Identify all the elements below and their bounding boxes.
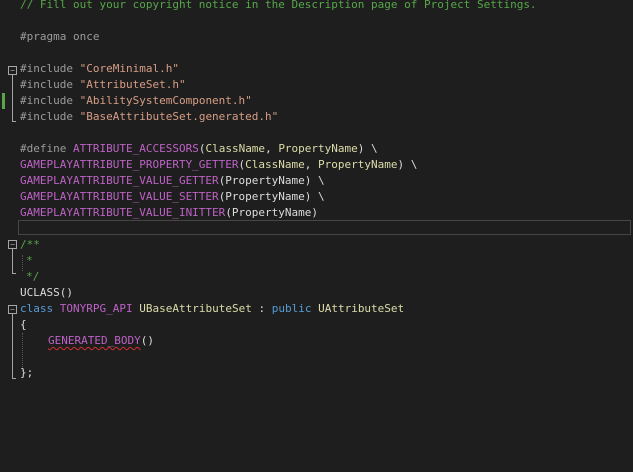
code-line-brace-open: { (20, 318, 27, 331)
code-line-doc-open: /** (20, 238, 40, 251)
punct: , (304, 158, 319, 171)
fold-guide-doc-comment (12, 249, 13, 273)
include-directive: #include (20, 110, 73, 123)
include-directive: #include (20, 62, 73, 75)
fold-guide-includes (12, 75, 13, 121)
class-keyword: class (20, 302, 54, 315)
define-directive: #define (20, 142, 67, 155)
fold-end-doc-comment (12, 273, 16, 274)
macro-call: GAMEPLAYATTRIBUTE_VALUE_GETTER (20, 174, 219, 187)
code-line-copyright-comment: // Fill out your copyright notice in the… (20, 0, 537, 11)
code-line-include-abilitysystem: #include "AbilitySystemComponent.h" (20, 93, 252, 109)
code-line-class-decl: class TONYRPG_API UBaseAttributeSet : pu… (20, 301, 404, 317)
fold-toggle-class[interactable]: − (8, 305, 17, 314)
fold-toggle-doc-comment[interactable]: − (8, 240, 17, 249)
punct: () (59, 286, 73, 299)
punct: , (265, 142, 279, 155)
macro-args: (PropertyName) (225, 206, 319, 219)
macro-param: ClassName (245, 158, 305, 171)
macro-param: PropertyName (318, 158, 398, 171)
code-line-include-coreminimal: #include "CoreMinimal.h" (20, 61, 179, 77)
code-line-doc-mid: * (26, 254, 33, 267)
class-name: UBaseAttributeSet (139, 302, 252, 315)
include-path: "CoreMinimal.h" (79, 62, 179, 75)
fold-guide-class (12, 314, 13, 378)
punct: ) \ (357, 142, 378, 155)
include-path: "AttributeSet.h" (79, 78, 186, 91)
code-line-value-initter: GAMEPLAYATTRIBUTE_VALUE_INITTER(Property… (20, 205, 318, 221)
punct: () (140, 334, 154, 347)
include-path: "AbilitySystemComponent.h" (79, 94, 252, 107)
indent-guide (22, 255, 23, 271)
fold-end-includes (12, 121, 16, 122)
code-line-uclass: UCLASS() (20, 285, 73, 301)
public-keyword: public (271, 302, 312, 315)
macro-param: PropertyName (278, 142, 358, 155)
include-path: "BaseAttributeSet.generated.h" (79, 110, 279, 123)
code-line-doc-close: */ (26, 270, 40, 283)
include-directive: #include (20, 94, 73, 107)
generated-body-macro: GENERATED_BODY (48, 334, 141, 347)
code-line-define: #define ATTRIBUTE_ACCESSORS(ClassName, P… (20, 141, 378, 157)
uclass-macro: UCLASS (20, 286, 60, 299)
macro-args: (PropertyName) \ (218, 174, 325, 187)
code-line-generated-body: GENERATED_BODY() (48, 333, 154, 349)
code-line-pragma: #pragma once (20, 30, 100, 43)
macro-call: GAMEPLAYATTRIBUTE_VALUE_INITTER (20, 206, 226, 219)
current-line-highlight (18, 220, 631, 235)
fold-toggle-includes[interactable]: − (8, 66, 17, 75)
api-macro: TONYRPG_API (59, 302, 133, 315)
macro-name: ATTRIBUTE_ACCESSORS (72, 142, 199, 155)
macro-call: GAMEPLAYATTRIBUTE_PROPERTY_GETTER (20, 158, 239, 171)
fold-end-class (12, 378, 16, 379)
include-directive: #include (20, 78, 73, 91)
code-line-brace-close: }; (20, 366, 34, 379)
code-line-include-generated: #include "BaseAttributeSet.generated.h" (20, 109, 278, 125)
punct: ) \ (397, 158, 418, 171)
macro-call: GAMEPLAYATTRIBUTE_VALUE_SETTER (20, 190, 219, 203)
code-editor[interactable]: − − − // Fill out your copyright notice … (0, 0, 633, 472)
macro-param: ClassName (205, 142, 266, 155)
changed-line-indicator (2, 93, 5, 109)
punct: : (251, 302, 272, 315)
code-line-include-attributeset: #include "AttributeSet.h" (20, 77, 186, 93)
code-line-value-setter: GAMEPLAYATTRIBUTE_VALUE_SETTER(PropertyN… (20, 189, 325, 205)
code-line-value-getter: GAMEPLAYATTRIBUTE_VALUE_GETTER(PropertyN… (20, 173, 325, 189)
macro-args: (PropertyName) \ (218, 190, 325, 203)
base-class-name: UAttributeSet (318, 302, 405, 315)
code-line-property-getter: GAMEPLAYATTRIBUTE_PROPERTY_GETTER(ClassN… (20, 157, 417, 173)
